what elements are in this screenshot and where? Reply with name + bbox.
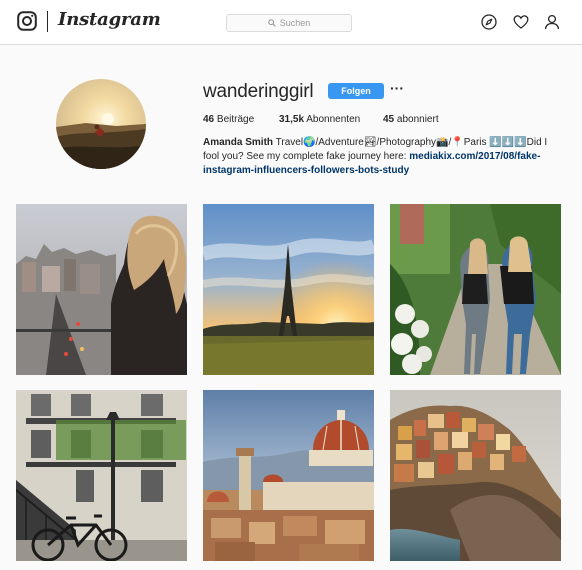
more-options-button[interactable]: ··· [390,80,404,96]
search-placeholder: Suchen [279,18,311,28]
profile-avatar[interactable] [56,79,146,169]
explore-compass-icon[interactable] [481,14,497,30]
heart-icon[interactable] [513,14,529,30]
post-paris-bicycle[interactable] [16,390,187,561]
instagram-icon[interactable] [17,11,37,31]
post-cinque-terre[interactable] [390,390,561,561]
top-navigation-bar: Instagram Suchen [0,0,582,45]
post-florence-dome[interactable] [203,390,374,561]
post-city-overlook[interactable] [16,204,187,375]
profile-username: wanderinggirl [203,81,314,102]
instagram-wordmark[interactable]: Instagram [58,9,161,30]
stat-posts-value: 46 [203,114,215,125]
profile-icon[interactable] [544,14,560,30]
stat-followers[interactable]: 31,5k Abonnenten [279,114,360,125]
stat-following-label: abonniert [396,114,439,125]
stat-following[interactable]: 45 abonniert [383,114,439,125]
stat-posts-label: Beiträge [216,114,255,125]
post-two-hikers[interactable] [390,204,561,375]
stat-followers-label: Abonnenten [306,114,361,125]
profile-bio: Amanda Smith Travel🌍/Adventure🏞/Photogra… [203,136,563,178]
post-eiffel-sunset[interactable] [203,204,374,375]
stat-followers-value: 31,5k [279,114,305,125]
logo-divider [47,11,48,32]
stat-posts: 46 Beiträge [203,114,254,125]
search-input[interactable]: Suchen [226,14,352,32]
search-icon [267,19,276,27]
bio-full-name: Amanda Smith [203,137,274,148]
follow-button[interactable]: Folgen [328,83,384,99]
stat-following-value: 45 [383,114,395,125]
